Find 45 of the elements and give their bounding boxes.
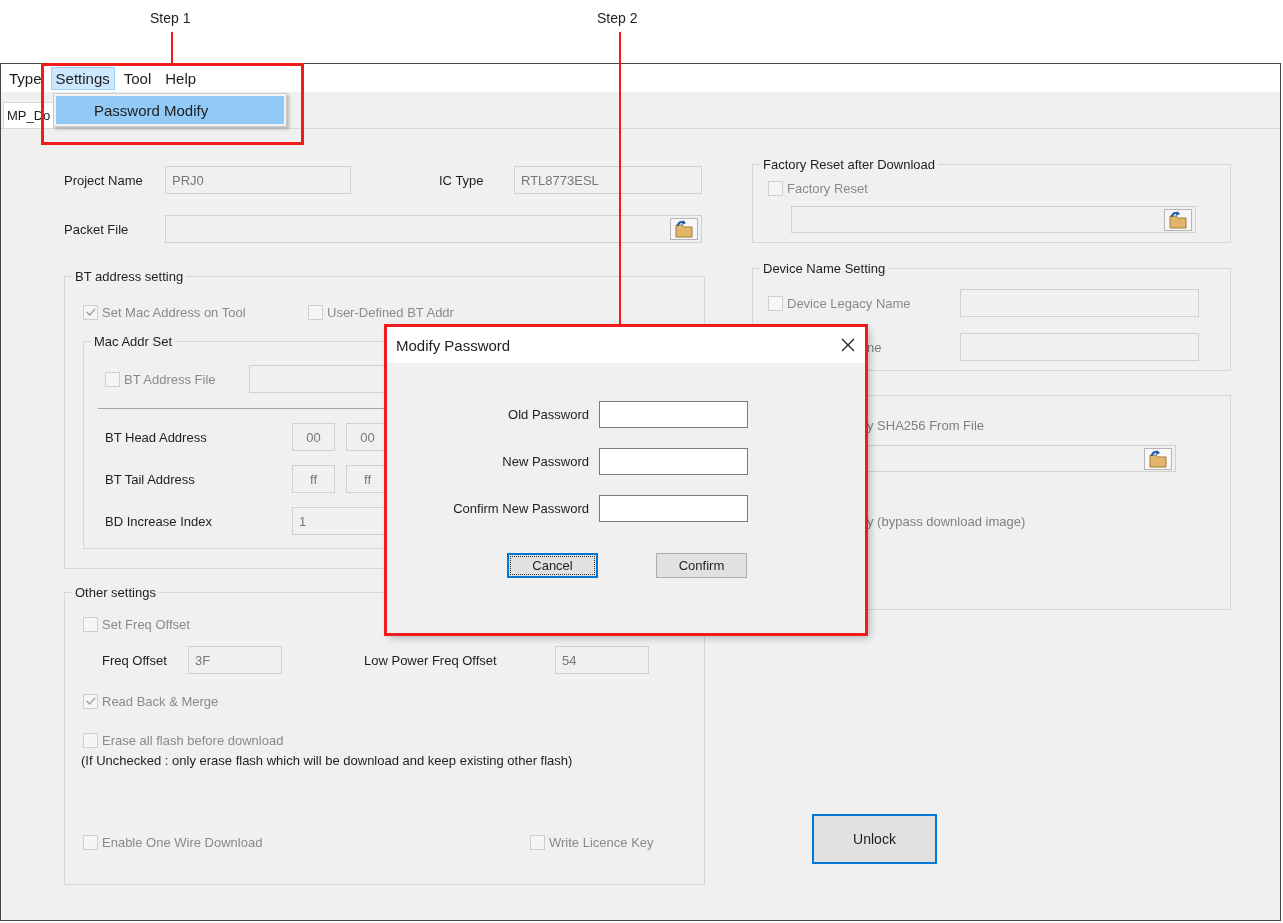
- group-title: Other settings: [74, 585, 157, 600]
- dialog-button[interactable]: Confirm: [656, 553, 747, 578]
- checkbox-label: Set Mac Address on Tool: [102, 304, 246, 320]
- checkbox-label: User-Defined BT Addr: [327, 304, 454, 320]
- project-name-field[interactable]: PRJ0: [165, 166, 351, 194]
- ic-type-field[interactable]: RTL8773ESL: [514, 166, 702, 194]
- field-label: BT Tail Address: [105, 471, 196, 487]
- checkbox-label: Enable One Wire Download: [102, 834, 263, 850]
- step-label: Step 2: [597, 10, 638, 26]
- menu-option[interactable]: Password Modify: [56, 96, 284, 124]
- unlock-button[interactable]: Unlock: [812, 814, 937, 864]
- dialog-button[interactable]: Cancel: [507, 553, 598, 578]
- menu-item[interactable]: Tool: [118, 66, 157, 90]
- checkbox-label: Read Back & Merge: [102, 693, 219, 709]
- menu-item[interactable]: Settings: [50, 66, 115, 90]
- field-label: New Password: [501, 454, 590, 469]
- group-title: Factory Reset after Download: [762, 157, 936, 172]
- field-label: BT Head Address: [105, 429, 208, 445]
- field-label: IC Type: [439, 172, 485, 188]
- low-power-offset-field[interactable]: 54: [555, 646, 649, 674]
- step-label: Step 1: [150, 10, 191, 26]
- checkbox-label: Factory Reset: [787, 180, 868, 196]
- field-label: Low Power Freq Offset: [364, 652, 498, 668]
- field-label: Project Name: [64, 172, 144, 188]
- field-label: Freq Offset: [102, 652, 168, 668]
- checkbox-label: Device Legacy Name: [787, 295, 911, 311]
- checkbox-label: Set Freq Offset: [102, 616, 190, 632]
- checkbox-label: Write Licence Key: [549, 834, 654, 850]
- group-title: Device Name Setting: [762, 261, 887, 276]
- field-label: BD Increase Index: [105, 513, 213, 529]
- dialog-title: Modify Password: [396, 336, 511, 354]
- partial-label: ne: [867, 340, 882, 355]
- checkbox-label: Erase all flash before download: [102, 732, 284, 748]
- menu-item[interactable]: Type: [4, 66, 47, 90]
- field-label: Old Password: [507, 407, 590, 422]
- freq-offset-field[interactable]: 3F: [188, 646, 282, 674]
- checkbox-label: BT Address File: [124, 371, 216, 387]
- address-byte-field[interactable]: ff: [292, 465, 335, 493]
- field-label: Confirm New Password: [452, 501, 590, 516]
- note-text: (If Unchecked : only erase flash which will be download and keep existing other flash): [81, 753, 574, 768]
- group-title: Mac Addr Set: [93, 334, 174, 349]
- field-label: Packet File: [64, 221, 130, 237]
- group-title: BT address setting: [74, 269, 185, 284]
- address-byte-field[interactable]: 00: [292, 423, 335, 451]
- menu-item[interactable]: Help: [160, 66, 202, 90]
